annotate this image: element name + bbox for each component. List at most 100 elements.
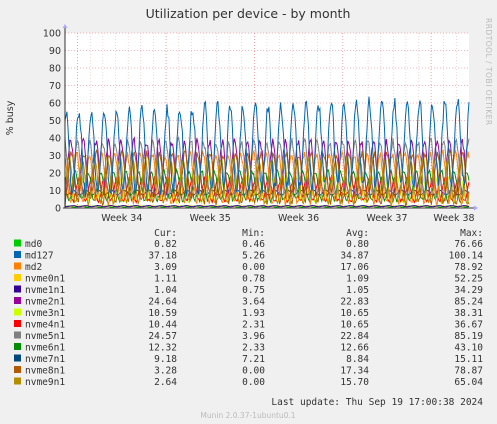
y-axis-label: % busy bbox=[5, 100, 16, 135]
y-axis-arrow bbox=[62, 24, 68, 28]
legend-header-min: Min: bbox=[242, 228, 265, 239]
legend-cur-nvme9n1: 2.64 bbox=[154, 377, 177, 388]
legend-max-md2: 78.92 bbox=[454, 262, 483, 273]
legend-swatch-nvme4n1 bbox=[14, 320, 21, 327]
legend-header-avg: Avg: bbox=[346, 228, 369, 239]
x-tick-label: Week 38 bbox=[433, 213, 474, 224]
legend-min-nvme8n1: 0.00 bbox=[242, 366, 265, 377]
legend-max-nvme7n1: 15.11 bbox=[454, 354, 483, 365]
legend-avg-nvme6n1: 12.66 bbox=[340, 343, 369, 354]
legend-min-md2: 0.00 bbox=[242, 262, 265, 273]
legend-cur-nvme1n1: 1.04 bbox=[154, 285, 177, 296]
legend-min-md127: 5.26 bbox=[242, 251, 265, 262]
legend-max-nvme8n1: 78.87 bbox=[454, 366, 483, 377]
legend-name-nvme7n1: nvme7n1 bbox=[25, 354, 65, 365]
legend-cur-nvme6n1: 12.32 bbox=[148, 343, 177, 354]
legend-max-nvme3n1: 38.31 bbox=[454, 308, 483, 319]
legend-name-md2: md2 bbox=[25, 262, 42, 273]
legend-name-nvme0n1: nvme0n1 bbox=[25, 274, 65, 285]
utilization-chart: Utilization per device - by month % busy… bbox=[5, 6, 493, 420]
legend-cur-md127: 37.18 bbox=[148, 251, 177, 262]
legend-cur-md2: 3.09 bbox=[154, 262, 177, 273]
legend-name-nvme8n1: nvme8n1 bbox=[25, 366, 65, 377]
legend-name-nvme9n1: nvme9n1 bbox=[25, 377, 65, 388]
legend-cur-nvme4n1: 10.44 bbox=[148, 320, 177, 331]
legend-avg-nvme9n1: 15.70 bbox=[340, 377, 369, 388]
y-tick-label: 50 bbox=[49, 116, 61, 127]
legend-min-nvme7n1: 7.21 bbox=[242, 354, 265, 365]
x-tick-label: Week 36 bbox=[278, 213, 319, 224]
y-ticks: 0 10 20 30 40 50 60 70 80 90 100 bbox=[43, 29, 61, 215]
legend-min-nvme0n1: 0.78 bbox=[242, 274, 265, 285]
legend-max-md127: 100.14 bbox=[449, 251, 484, 262]
legend-max-nvme6n1: 43.10 bbox=[454, 343, 483, 354]
legend-avg-nvme3n1: 10.65 bbox=[340, 308, 369, 319]
legend-swatch-nvme7n1 bbox=[14, 354, 21, 362]
legend-min-nvme2n1: 3.64 bbox=[242, 297, 265, 308]
y-tick-label: 60 bbox=[49, 99, 61, 110]
x-axis-arrow bbox=[474, 205, 478, 211]
legend-max-nvme1n1: 34.29 bbox=[454, 285, 483, 296]
legend-swatch-nvme9n1 bbox=[14, 377, 21, 385]
legend-avg-nvme7n1: 8.84 bbox=[346, 354, 369, 365]
legend-swatch-md0 bbox=[14, 239, 21, 247]
legend-header-max: Max: bbox=[460, 228, 483, 239]
legend-max-nvme2n1: 85.24 bbox=[454, 297, 483, 308]
legend-max-nvme9n1: 65.04 bbox=[454, 377, 483, 388]
legend-name-nvme1n1: nvme1n1 bbox=[25, 285, 65, 296]
legend-avg-nvme8n1: 17.34 bbox=[340, 366, 369, 377]
legend-name-md127: md127 bbox=[25, 251, 54, 262]
y-tick-label: 100 bbox=[43, 29, 61, 40]
legend-max-nvme4n1: 36.67 bbox=[454, 320, 483, 331]
legend-max-nvme0n1: 52.25 bbox=[454, 274, 483, 285]
legend-name-nvme5n1: nvme5n1 bbox=[25, 331, 65, 342]
legend-swatch-md2 bbox=[14, 262, 21, 270]
legend-avg-nvme4n1: 10.65 bbox=[340, 320, 369, 331]
legend-min-md0: 0.46 bbox=[242, 239, 265, 250]
x-ticks: Week 34 Week 35 Week 36 Week 37 Week 38 bbox=[101, 213, 474, 224]
munin-version: Munin 2.0.37-1ubuntu0.1 bbox=[200, 411, 295, 420]
legend-min-nvme1n1: 0.75 bbox=[242, 285, 265, 296]
y-tick-label: 80 bbox=[49, 64, 61, 75]
legend-cur-nvme8n1: 3.28 bbox=[154, 366, 177, 377]
legend-name-nvme3n1: nvme3n1 bbox=[25, 308, 65, 319]
legend-swatch-nvme3n1 bbox=[14, 308, 21, 316]
legend-min-nvme5n1: 3.96 bbox=[242, 331, 265, 342]
legend-min-nvme4n1: 2.31 bbox=[242, 320, 265, 331]
legend-cur-nvme7n1: 9.18 bbox=[154, 354, 177, 365]
y-tick-label: 40 bbox=[49, 134, 61, 145]
legend-name-nvme2n1: nvme2n1 bbox=[25, 297, 65, 308]
legend-cur-nvme5n1: 24.57 bbox=[148, 331, 177, 342]
legend-avg-nvme5n1: 22.84 bbox=[340, 331, 369, 342]
legend-avg-md127: 34.87 bbox=[340, 251, 369, 262]
legend-swatch-nvme0n1 bbox=[14, 274, 21, 281]
legend-avg-nvme0n1: 1.09 bbox=[346, 274, 369, 285]
y-tick-label: 30 bbox=[49, 151, 61, 162]
legend-avg-nvme1n1: 1.05 bbox=[346, 285, 369, 296]
legend-min-nvme6n1: 2.33 bbox=[242, 343, 265, 354]
chart-title: Utilization per device - by month bbox=[146, 6, 351, 21]
x-tick-label: Week 35 bbox=[190, 213, 231, 224]
legend-swatch-nvme5n1 bbox=[14, 331, 21, 339]
legend-max-md0: 76.66 bbox=[454, 239, 483, 250]
y-tick-label: 20 bbox=[49, 169, 61, 180]
legend-cur-md0: 0.82 bbox=[154, 239, 177, 250]
legend-header-cur: Cur: bbox=[154, 228, 177, 239]
x-tick-label: Week 37 bbox=[366, 213, 407, 224]
y-tick-label: 10 bbox=[49, 186, 61, 197]
legend-cur-nvme2n1: 24.64 bbox=[148, 297, 177, 308]
legend-avg-nvme2n1: 22.83 bbox=[340, 297, 369, 308]
legend-cur-nvme0n1: 1.11 bbox=[154, 274, 177, 285]
y-tick-label: 90 bbox=[49, 46, 61, 57]
y-tick-label: 0 bbox=[55, 204, 61, 215]
legend-avg-md0: 0.80 bbox=[346, 239, 369, 250]
legend-swatch-nvme1n1 bbox=[14, 285, 21, 293]
legend-name-nvme6n1: nvme6n1 bbox=[25, 343, 65, 354]
legend-cur-nvme3n1: 10.59 bbox=[148, 308, 177, 319]
legend-name-nvme4n1: nvme4n1 bbox=[25, 320, 65, 331]
legend-name-md0: md0 bbox=[25, 239, 42, 250]
legend-min-nvme9n1: 0.00 bbox=[242, 377, 265, 388]
x-tick-label: Week 34 bbox=[101, 213, 142, 224]
legend: Cur: Min: Avg: Max: md0 0.82 0.46 0.80 76.66… bbox=[14, 228, 483, 388]
legend-swatch-nvme8n1 bbox=[14, 366, 21, 373]
